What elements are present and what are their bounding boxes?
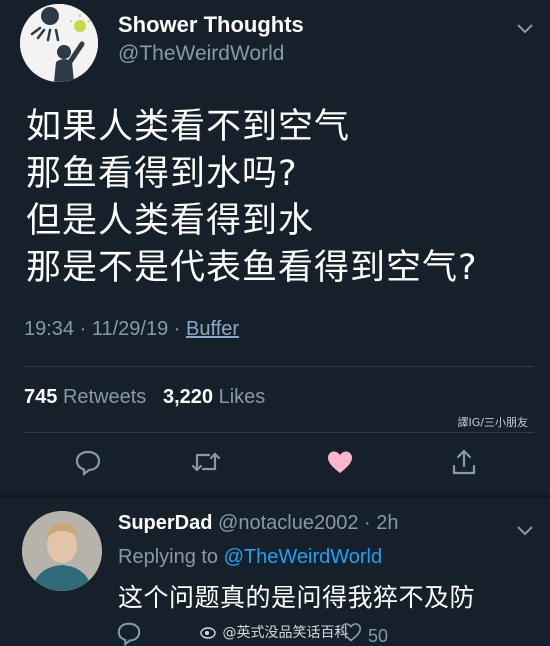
retweet-label[interactable]: Retweets [63,386,146,408]
tweet-text-line: 那是不是代表鱼看得到空气? [26,248,478,288]
reply-author-handle[interactable]: @notaclue2002 [218,512,358,534]
weibo-logo-icon [200,627,216,639]
tweet-meta: 19:34 · 11/29/19 · Buffer [24,318,239,341]
tweet-text-line: 那鱼看得到水吗? [26,154,298,194]
shower-head-icon [20,4,98,82]
person-avatar-icon [22,511,102,591]
tweet-time: 19:34 [24,318,75,340]
author-name[interactable]: Shower Thoughts [118,12,304,38]
reply-icon[interactable] [72,446,104,478]
tweet-date: 11/29/19 [91,318,169,340]
reply-time[interactable]: 2h [376,512,398,534]
tweet-text: 如果人类看不到空气 那鱼看得到水吗? 但是人类看得到水 那是不是代表鱼看得到空气… [26,104,536,292]
reply-like-count: 50 [368,626,389,646]
meta-separator: · [364,512,371,534]
like-label[interactable]: Likes [219,386,266,408]
tweet-text-line: 如果人类看不到空气 [26,107,351,147]
thread-separator [0,495,550,498]
watermark-text: @英式没品笑话百科 [222,625,349,641]
divider [24,432,534,433]
watermark: @英式没品笑话百科 [200,622,348,642]
retweet-count[interactable]: 745 [24,386,57,408]
meta-separator: · [79,318,87,340]
tweet-stats: 745 Retweets 3,220 Likes [24,386,265,409]
like-icon[interactable] [324,446,356,478]
chevron-down-icon[interactable] [516,16,534,40]
replying-to-handle-link[interactable]: @TheWeirdWorld [224,546,383,568]
author-avatar[interactable] [20,4,98,82]
replying-to: Replying to @TheWeirdWorld [118,546,382,569]
share-icon[interactable] [448,446,480,478]
reply-text: 这个问题真的是问得我猝不及防 [118,583,476,612]
translator-credit: 譯IG/三小朋友 [457,416,528,429]
chevron-down-icon[interactable] [516,518,534,542]
main-tweet: Shower Thoughts @TheWeirdWorld 如果人类看不到空气… [0,0,550,495]
like-count[interactable]: 3,220 [163,386,213,408]
reply-icon[interactable] [116,620,142,646]
like-outline-icon[interactable] [340,622,362,646]
replying-to-label: Replying to [118,546,219,568]
tweet-source-link[interactable]: Buffer [186,318,239,340]
retweet-icon[interactable] [190,446,222,478]
reply-header: SuperDad @notaclue2002 · 2h [118,512,399,535]
meta-separator: · [173,318,181,340]
divider [24,366,534,367]
author-handle[interactable]: @TheWeirdWorld [118,42,284,66]
reply-author-name[interactable]: SuperDad [118,512,212,534]
reply-author-avatar[interactable] [22,511,102,591]
tweet-text-line: 但是人类看得到水 [26,201,315,241]
